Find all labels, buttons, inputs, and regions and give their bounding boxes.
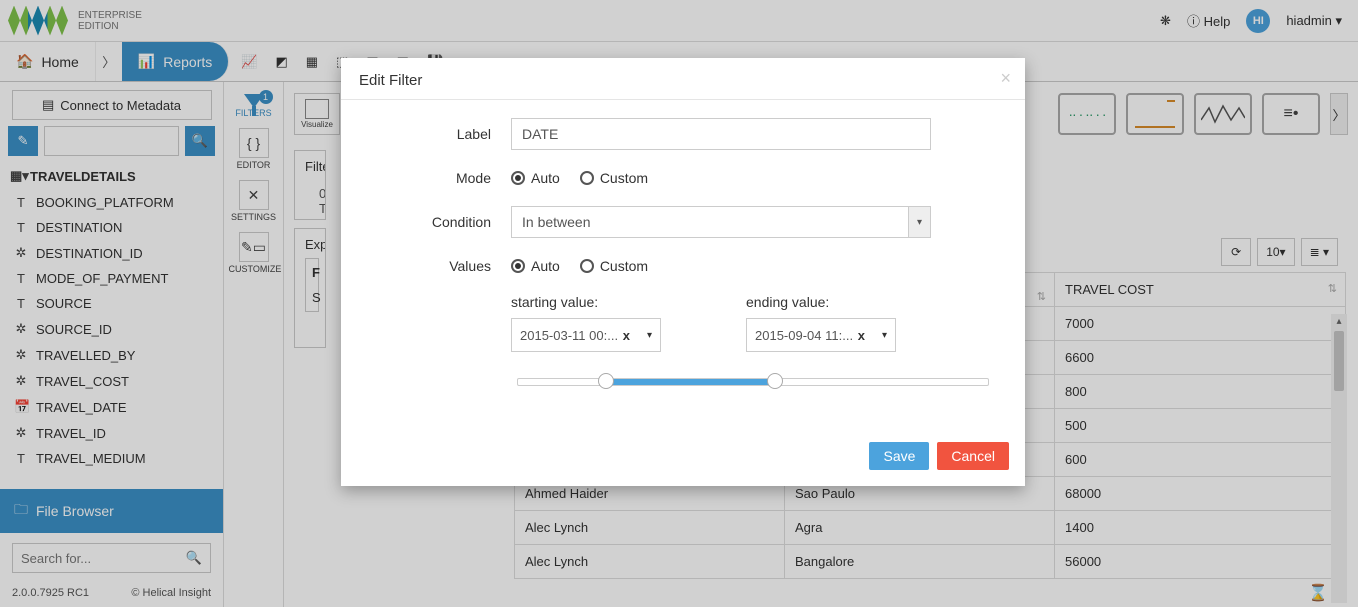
values-custom-radio[interactable]: Custom: [580, 258, 648, 274]
save-button[interactable]: Save: [869, 442, 929, 470]
modal-close-button[interactable]: ×: [1000, 68, 1011, 89]
label-label: Label: [371, 126, 511, 142]
clear-start-icon[interactable]: x: [623, 328, 630, 343]
label-values: Values: [371, 258, 511, 274]
slider-handle-start[interactable]: [598, 373, 614, 389]
label-mode: Mode: [371, 170, 511, 186]
slider-handle-end[interactable]: [767, 373, 783, 389]
label-condition: Condition: [371, 214, 511, 230]
ending-value-label: ending value:: [746, 294, 896, 310]
values-auto-radio[interactable]: Auto: [511, 258, 560, 274]
ending-value-input[interactable]: 2015-09-04 11:... x ▾: [746, 318, 896, 352]
mode-custom-radio[interactable]: Custom: [580, 170, 648, 186]
label-input[interactable]: [511, 118, 931, 150]
caret-down-icon[interactable]: ▾: [647, 330, 652, 341]
starting-value-input[interactable]: 2015-03-11 00:... x ▾: [511, 318, 661, 352]
chevron-down-icon: ▾: [908, 207, 930, 237]
cancel-button[interactable]: Cancel: [937, 442, 1009, 470]
starting-value-label: starting value:: [511, 294, 661, 310]
modal-title: Edit Filter: [359, 72, 1007, 89]
edit-filter-modal: Edit Filter × Label Mode Auto Custom Con…: [341, 58, 1025, 486]
mode-auto-radio[interactable]: Auto: [511, 170, 560, 186]
range-slider[interactable]: [517, 378, 989, 386]
condition-select[interactable]: In between ▾: [511, 206, 931, 238]
clear-end-icon[interactable]: x: [858, 328, 865, 343]
caret-down-icon[interactable]: ▾: [882, 330, 887, 341]
